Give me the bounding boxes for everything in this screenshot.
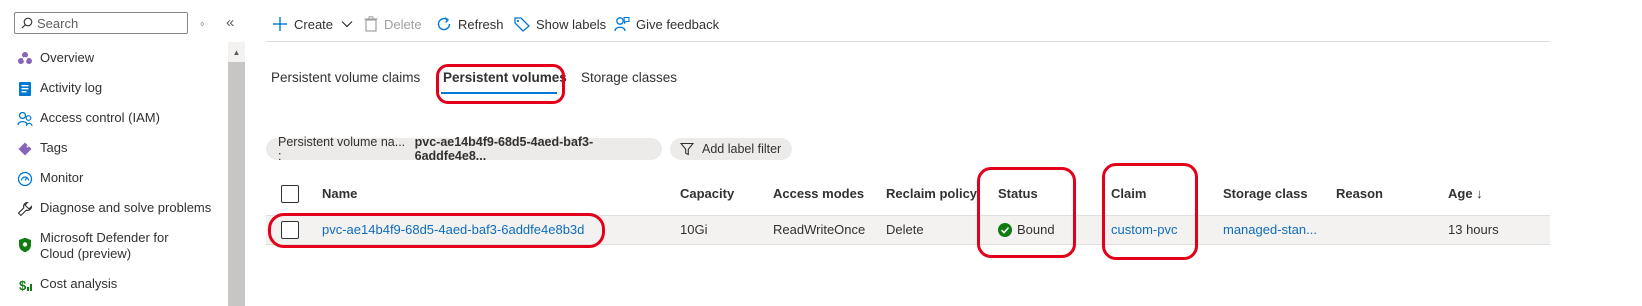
sidebar-item-label: Diagnose and solve problems [40, 200, 212, 215]
wrench-icon [16, 200, 34, 218]
give-feedback-label: Give feedback [636, 16, 720, 32]
column-header-reason[interactable]: Reason [1336, 186, 1383, 201]
tab-storage-classes[interactable]: Storage classes [581, 70, 677, 85]
search-icon [21, 17, 33, 29]
feedback-icon [614, 16, 630, 32]
overview-icon [16, 50, 34, 68]
access-modes-cell: ReadWriteOnce [773, 222, 866, 237]
filter-key: Persistent volume na... : [278, 135, 406, 163]
people-icon [16, 110, 34, 128]
labels-icon [514, 17, 530, 32]
tag-icon [16, 140, 34, 158]
activity-log-icon [16, 80, 34, 98]
column-header-storage-class[interactable]: Storage class [1223, 186, 1308, 201]
sidebar-item-label: Access control (IAM) [40, 110, 160, 125]
column-header-age[interactable]: Age ↓ [1448, 186, 1483, 201]
sidebar-item-activity-log[interactable]: Activity log [16, 80, 102, 98]
highlight-pv-name [268, 213, 605, 248]
collapse-icon[interactable]: « [226, 14, 234, 31]
column-header-capacity[interactable]: Capacity [680, 186, 734, 201]
sidebar-item-monitor[interactable]: Monitor [16, 170, 83, 188]
delete-label: Delete [384, 16, 422, 32]
shield-icon [16, 236, 34, 254]
plus-icon [273, 17, 287, 31]
sidebar-item-overview[interactable]: Overview [16, 50, 94, 68]
sidebar-item-label: Tags [40, 140, 68, 155]
filter-icon [680, 142, 694, 156]
refresh-button[interactable]: Refresh [436, 14, 504, 34]
cost-icon: $ [16, 276, 34, 294]
column-header-reclaim-policy[interactable]: Reclaim policy [886, 186, 977, 201]
highlight-status-column [977, 167, 1076, 258]
svg-text:$: $ [19, 278, 27, 293]
filter-value: pvc-ae14b4f9-68d5-4aed-baf3-6addfe4e8... [414, 135, 594, 163]
refresh-icon [437, 17, 451, 31]
delete-button[interactable]: Delete [364, 14, 422, 34]
refresh-label: Refresh [458, 16, 504, 32]
monitor-icon [16, 170, 34, 188]
select-all-checkbox[interactable] [281, 185, 299, 203]
sidebar-item-label: Activity log [40, 80, 103, 95]
sidebar-item-label: Monitor [40, 170, 84, 185]
show-labels-label: Show labels [536, 16, 607, 32]
sidebar-scrollbar[interactable] [228, 42, 245, 306]
age-cell: 13 hours [1448, 222, 1499, 237]
trash-icon [364, 16, 378, 32]
pv-name-filter-pill[interactable]: Persistent volume na... : pvc-ae14b4f9-6… [266, 135, 662, 163]
sidebar-item-defender[interactable]: Microsoft Defender for Cloud (preview) [16, 230, 206, 262]
sidebar-item-cost-analysis[interactable]: $ Cost analysis [16, 276, 117, 294]
create-button[interactable]: Create [272, 14, 359, 34]
create-label: Create [294, 16, 334, 32]
tab-persistent-volume-claims[interactable]: Persistent volume claims [271, 70, 420, 85]
scroll-up-icon[interactable]: ▲ [228, 42, 245, 62]
settings-icon[interactable]: ◦ [200, 16, 205, 31]
search-input[interactable]: Search [14, 12, 188, 34]
highlight-persistent-volumes-tab [436, 64, 565, 104]
search-placeholder: Search [37, 15, 79, 31]
add-label-filter-label: Add label filter [702, 142, 782, 156]
sidebar-item-access-control[interactable]: Access control (IAM) [16, 110, 160, 128]
sidebar-item-label: Cost analysis [40, 276, 118, 291]
sidebar-item-label: Microsoft Defender for Cloud (preview) [40, 230, 169, 261]
toolbar-divider [266, 41, 1550, 42]
storage-class-link[interactable]: managed-stan... [1223, 222, 1317, 237]
chevron-down-icon [341, 21, 353, 28]
give-feedback-button[interactable]: Give feedback [614, 14, 719, 34]
sidebar-item-diagnose[interactable]: Diagnose and solve problems [16, 200, 211, 218]
column-header-name[interactable]: Name [322, 186, 357, 201]
column-header-access-modes[interactable]: Access modes [773, 186, 864, 201]
sidebar-item-label: Overview [40, 50, 95, 65]
highlight-claim-column [1102, 163, 1198, 260]
add-label-filter-button[interactable]: Add label filter [670, 138, 792, 160]
show-labels-button[interactable]: Show labels [514, 14, 606, 34]
sidebar-item-tags[interactable]: Tags [16, 140, 67, 158]
capacity-cell: 10Gi [680, 222, 708, 237]
reclaim-policy-cell: Delete [886, 222, 924, 237]
